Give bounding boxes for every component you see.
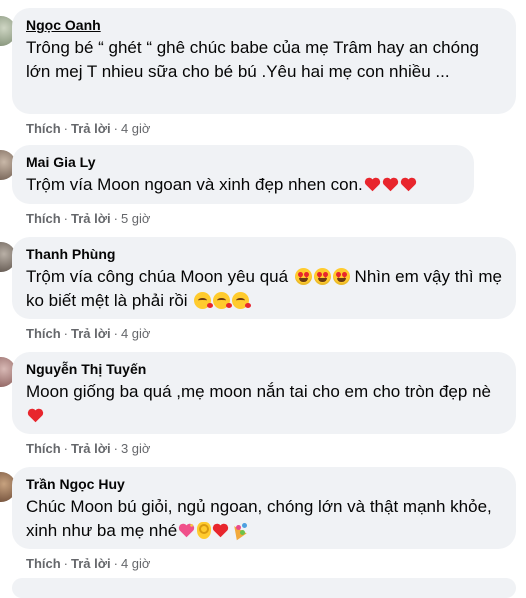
red-heart-icon [364,177,380,192]
red-heart-icon [213,523,229,538]
reply-button[interactable]: Trả lời [71,211,111,226]
comment-actions: Thích · Trả lời · 4 giờ [26,326,150,342]
like-button[interactable]: Thích [26,326,61,341]
comment-bubble: Ngọc Oanh Trông bé “ ghét “ ghê chúc bab… [12,8,516,114]
separator: · [113,441,118,456]
ok-hand-icon [197,522,212,539]
comment-actions: Thích · Trả lời · 4 giờ [26,121,150,137]
smiling-hearts-emoji-icon [232,292,252,309]
comment-text: Trộm vía công chúa Moon yêu quá [26,267,289,286]
separator: · [63,211,69,226]
comment-author[interactable]: Ngọc Oanh [26,17,502,34]
comment-author[interactable]: Thanh Phùng [26,246,502,263]
reply-button[interactable]: Trả lời [71,441,111,456]
comment-text: Moon giống ba quá ,mẹ moon nắn tai cho e… [26,382,491,401]
party-popper-icon [231,522,248,539]
comment-text-row: Trộm vía Moon ngoan và xinh đẹp nhen con… [26,173,460,197]
comment-text: Trộm vía Moon ngoan và xinh đẹp nhen con… [26,175,363,194]
comment-timestamp[interactable]: 4 giờ [121,121,151,136]
comment-text-row: Trộm vía công chúa Moon yêu quá Nhìn em … [26,265,502,313]
reply-button[interactable]: Trả lời [71,326,111,341]
smiling-hearts-emoji-icon [213,292,233,309]
separator: · [63,326,69,341]
comment-actions: Thích · Trả lời · 5 giờ [26,211,150,227]
separator: · [113,121,118,136]
comment-text-row: Moon giống ba quá ,mẹ moon nắn tai cho e… [26,380,502,428]
comment-actions: Thích · Trả lời · 3 giờ [26,441,150,457]
comment-text: Trông bé “ ghét “ ghê chúc babe của mẹ T… [26,38,479,81]
comment-bubble: Mai Gia Ly Trộm vía Moon ngoan và xinh đ… [12,145,474,204]
comment-bubble: Thanh Phùng Trộm vía công chúa Moon yêu … [12,237,516,319]
comment-timestamp[interactable]: 4 giờ [121,326,151,341]
smiling-hearts-emoji-icon [194,292,214,309]
comment-bubble: Nguyễn Thị Tuyến Moon giống ba quá ,mẹ m… [12,352,516,434]
heart-eyes-emoji-icon [332,268,350,285]
like-button[interactable]: Thích [26,121,61,136]
next-comment-bubble [12,578,516,598]
comment-author[interactable]: Trần Ngọc Huy [26,476,502,493]
reply-button[interactable]: Trả lời [71,556,111,571]
comment-actions: Thích · Trả lời · 4 giờ [26,556,150,572]
separator: · [113,556,118,571]
comment-author[interactable]: Mai Gia Ly [26,154,460,171]
separator: · [63,556,69,571]
heart-eyes-emoji-icon [313,268,331,285]
separator: · [63,121,69,136]
like-button[interactable]: Thích [26,441,61,456]
red-heart-icon [27,408,44,423]
comment-timestamp[interactable]: 3 giờ [121,441,151,456]
comment-timestamp[interactable]: 4 giờ [121,556,151,571]
reply-button[interactable]: Trả lời [71,121,111,136]
separator: · [63,441,69,456]
red-heart-icon [382,177,398,192]
heart-eyes-emoji-icon [294,268,312,285]
red-heart-icon [400,177,416,192]
comment-text: Chúc Moon bú giỏi, ngủ ngoan, chóng lớn … [26,497,492,540]
separator: · [113,211,118,226]
like-button[interactable]: Thích [26,556,61,571]
comment-author[interactable]: Nguyễn Thị Tuyến [26,361,502,378]
like-button[interactable]: Thích [26,211,61,226]
sparkling-heart-icon [179,523,195,538]
comment-bubble: Trần Ngọc Huy Chúc Moon bú giỏi, ngủ ngo… [12,467,516,549]
comment-text-row: Chúc Moon bú giỏi, ngủ ngoan, chóng lớn … [26,495,502,543]
comment-timestamp[interactable]: 5 giờ [121,211,151,226]
separator: · [113,326,118,341]
